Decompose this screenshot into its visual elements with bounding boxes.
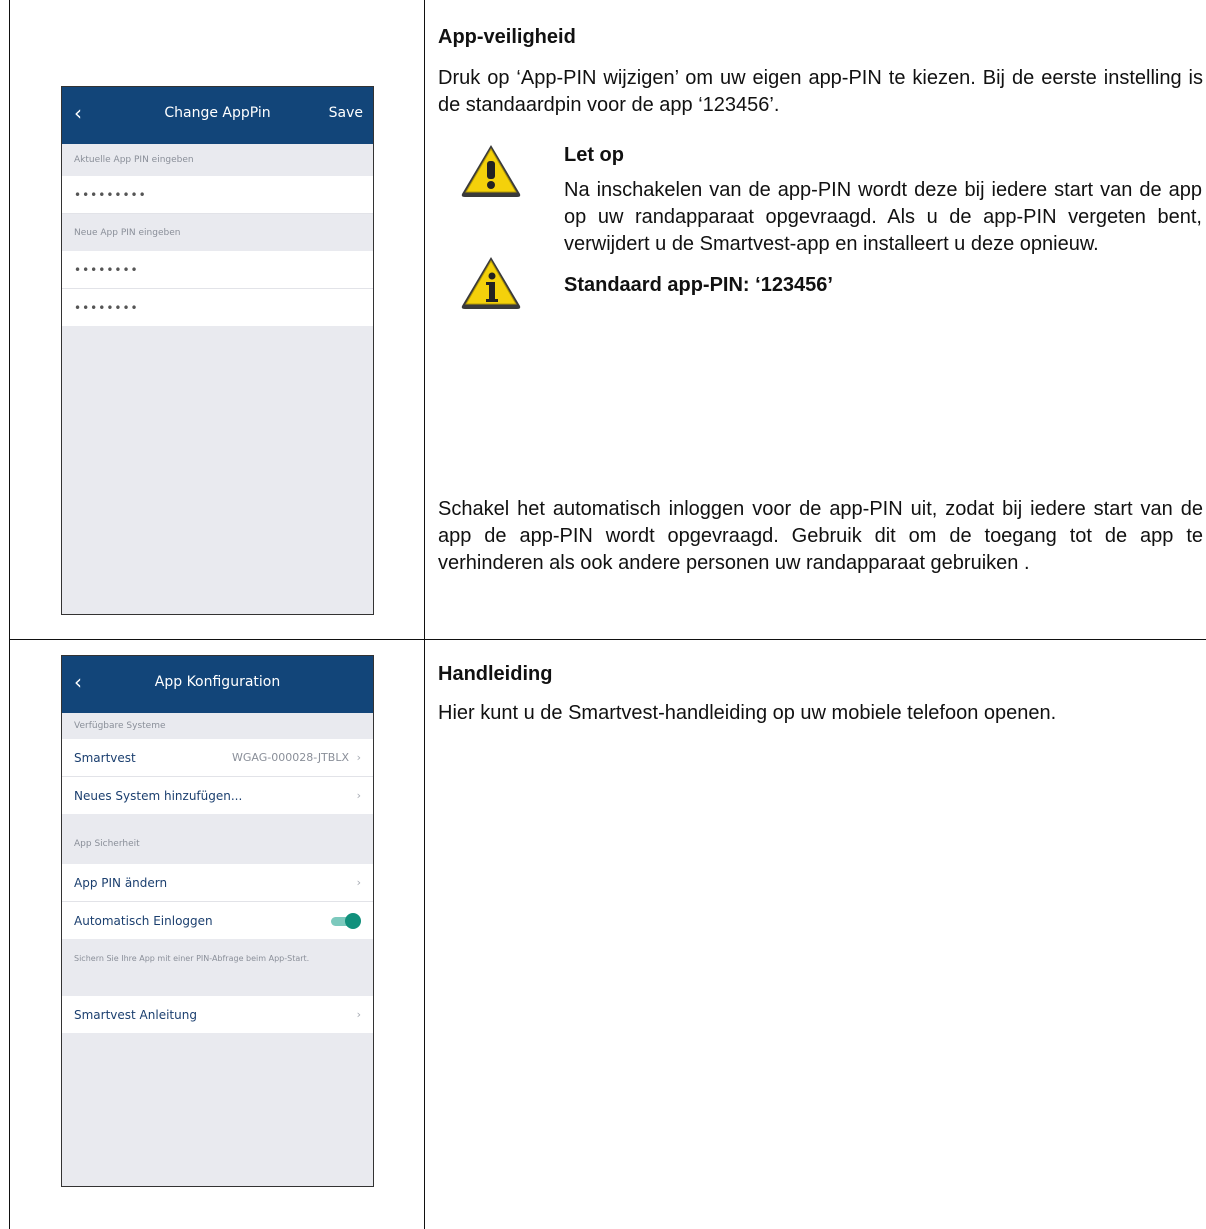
chevron-right-icon: ›: [356, 789, 361, 802]
section-heading-app-security: App-veiligheid: [438, 26, 576, 48]
auto-login-label: Automatisch Einloggen: [74, 913, 213, 928]
change-pin-row[interactable]: App PIN ändern ›: [62, 864, 373, 902]
security-section-label: App Sicherheit: [74, 839, 140, 849]
info-triangle-icon: [461, 257, 521, 309]
current-pin-field[interactable]: •••••••••: [62, 176, 373, 214]
caution-paragraph: Na inschakelen van de app-PIN wordt deze…: [564, 179, 1202, 255]
default-pin-notice: Standaard app-PIN: ‘123456’: [564, 274, 833, 296]
chevron-right-icon: ›: [356, 751, 361, 764]
table-border-left: [9, 0, 10, 1229]
phone-title: Change AppPin: [164, 105, 271, 121]
warning-triangle-icon: [461, 145, 521, 197]
closing-paragraph: Schakel het automatisch inloggen voor de…: [438, 498, 1203, 574]
manual-label: Smartvest Anleitung: [74, 1007, 197, 1022]
change-pin-label: App PIN ändern: [74, 875, 168, 890]
new-pin-label: Neue App PIN eingeben: [74, 227, 181, 238]
auto-login-row: Automatisch Einloggen: [62, 902, 373, 939]
table-row-divider: [9, 639, 1206, 640]
new-pin-field[interactable]: ••••••••: [62, 251, 373, 289]
smartvest-label: Smartvest: [74, 750, 136, 765]
phone-header-config: ‹ App Konfiguration: [62, 656, 373, 713]
intro-paragraph: Druk op ‘App-PIN wijzigen’ om uw eigen a…: [438, 67, 1203, 116]
phone-screenshot-app-config: ‹ App Konfiguration Verfügbare Systeme S…: [61, 655, 374, 1187]
smartvest-system-row[interactable]: Smartvest WGAG-000028-JTBLX ›: [62, 739, 373, 777]
add-system-row[interactable]: Neues System hinzufügen... ›: [62, 777, 373, 814]
phone-header: ‹ Change AppPin Save: [62, 87, 373, 144]
toggle-knob: [345, 913, 361, 929]
phone-title-config: App Konfiguration: [154, 674, 281, 690]
smartvest-id: WGAG-000028-JTBLX: [232, 751, 349, 764]
chevron-right-icon: ›: [356, 876, 361, 889]
new-pin-value: ••••••••: [74, 262, 139, 277]
add-system-label: Neues System hinzufügen...: [74, 788, 243, 803]
caution-title: Let op: [564, 144, 624, 166]
auto-login-toggle[interactable]: [329, 913, 361, 929]
section-heading-manual: Handleiding: [438, 663, 553, 685]
phone-screenshot-change-pin: ‹ Change AppPin Save Aktuelle App PIN ei…: [61, 86, 374, 615]
confirm-pin-field[interactable]: ••••••••: [62, 289, 373, 326]
manual-paragraph: Hier kunt u de Smartvest-handleiding op …: [438, 702, 1057, 724]
security-hint: Sichern Sie Ihre App mit einer PIN-Abfra…: [74, 953, 310, 963]
chevron-right-icon: ›: [356, 1008, 361, 1021]
current-pin-value: •••••••••: [74, 187, 147, 202]
save-button[interactable]: Save: [329, 105, 363, 121]
current-pin-label: Aktuelle App PIN eingeben: [74, 155, 194, 165]
systems-section-label: Verfügbare Systeme: [74, 721, 166, 731]
table-column-divider: [424, 0, 425, 1229]
confirm-pin-value: ••••••••: [74, 300, 139, 315]
document-table: ‹ Change AppPin Save Aktuelle App PIN ei…: [9, 0, 1206, 1229]
manual-row[interactable]: Smartvest Anleitung ›: [62, 996, 373, 1033]
